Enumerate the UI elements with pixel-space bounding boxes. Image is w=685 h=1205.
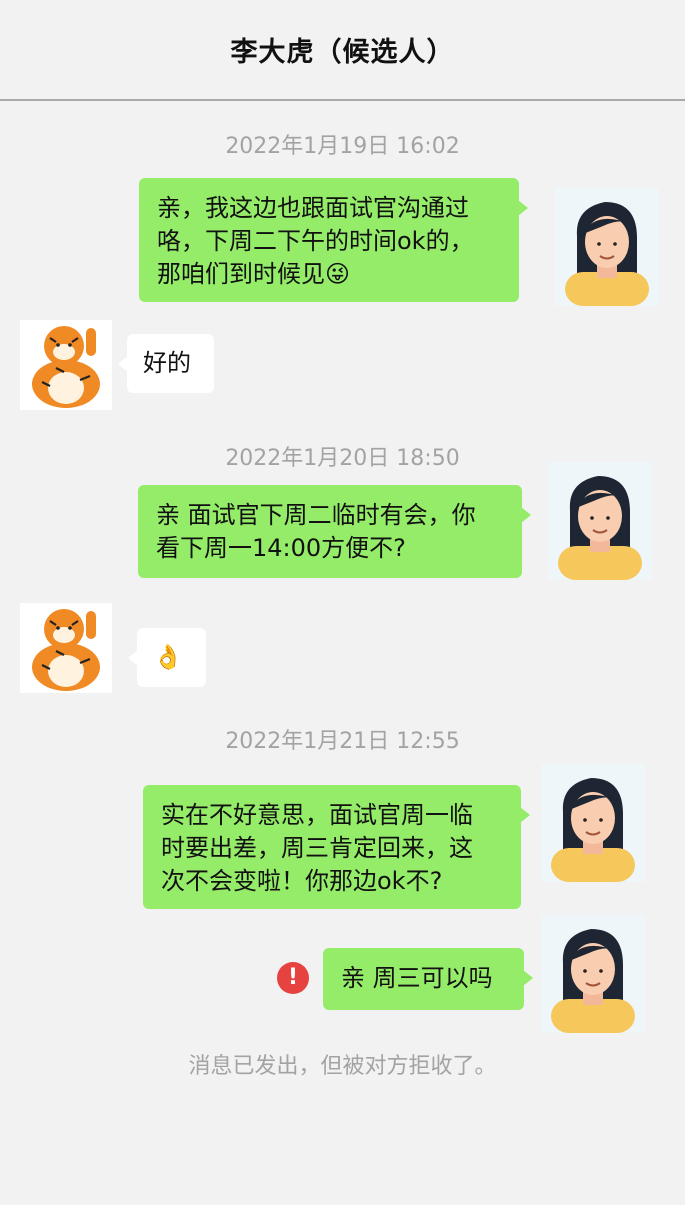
woman-avatar-icon bbox=[541, 764, 645, 882]
message-bubble-sent[interactable]: 亲，我这边也跟面试官沟通过 咯，下周二下午的时间ok的， 那咱们到时候见😜 bbox=[139, 178, 528, 302]
contact-avatar[interactable] bbox=[20, 320, 112, 410]
self-avatar[interactable] bbox=[555, 188, 659, 306]
wink-emoji-icon: 😜 bbox=[325, 260, 351, 288]
message-bubble-sent[interactable]: 亲 面试官下周二临时有会，你 看下周一14:00方便不? bbox=[138, 485, 531, 578]
tiger-avatar-icon bbox=[20, 603, 112, 693]
woman-avatar-icon bbox=[541, 915, 645, 1033]
message-line: 那咱们到时候见 bbox=[157, 260, 325, 288]
message-bubble-received[interactable]: 👌 bbox=[128, 628, 206, 687]
message-bubble-received[interactable]: 好的 bbox=[118, 334, 214, 393]
self-avatar[interactable] bbox=[541, 764, 645, 882]
self-avatar[interactable] bbox=[548, 462, 652, 580]
self-avatar[interactable] bbox=[541, 915, 645, 1033]
chat-header: 李大虎（候选人） bbox=[0, 0, 685, 101]
message-bubble-sent[interactable]: 实在不好意思，面试官周一临 时要出差，周三肯定回来，这 次不会变啦！你那边ok不… bbox=[143, 785, 530, 909]
rejected-notice: 消息已发出，但被对方拒收了。 bbox=[188, 1054, 497, 1079]
chat-title: 李大虎（候选人） bbox=[230, 37, 455, 68]
send-failed-icon[interactable]: ! bbox=[277, 962, 309, 994]
message-line: 亲，我这边也跟面试官沟通过 bbox=[157, 194, 469, 222]
message-line: 咯，下周二下午的时间ok的， bbox=[157, 227, 474, 255]
timestamp: 2022年1月19日 16:02 bbox=[225, 134, 460, 159]
message-line: 实在不好意思，面试官周一临 bbox=[161, 801, 473, 829]
message-line: 次不会变啦！你那边ok不? bbox=[161, 867, 443, 895]
woman-avatar-icon bbox=[555, 188, 659, 306]
message-line: 亲 面试官下周二临时有会，你 bbox=[156, 501, 476, 529]
tiger-avatar-icon bbox=[20, 320, 112, 410]
message-text: 好的 bbox=[143, 349, 191, 377]
message-text: 亲 周三可以吗 bbox=[341, 964, 493, 992]
woman-avatar-icon bbox=[548, 462, 652, 580]
message-bubble-sent[interactable]: 亲 周三可以吗 bbox=[323, 948, 533, 1010]
timestamp: 2022年1月21日 12:55 bbox=[225, 729, 460, 754]
message-line: 看下周一14:00方便不? bbox=[156, 534, 406, 562]
contact-avatar[interactable] bbox=[20, 603, 112, 693]
message-line: 时要出差，周三肯定回来，这 bbox=[161, 834, 473, 862]
ok-hand-emoji-icon: 👌 bbox=[153, 643, 183, 671]
